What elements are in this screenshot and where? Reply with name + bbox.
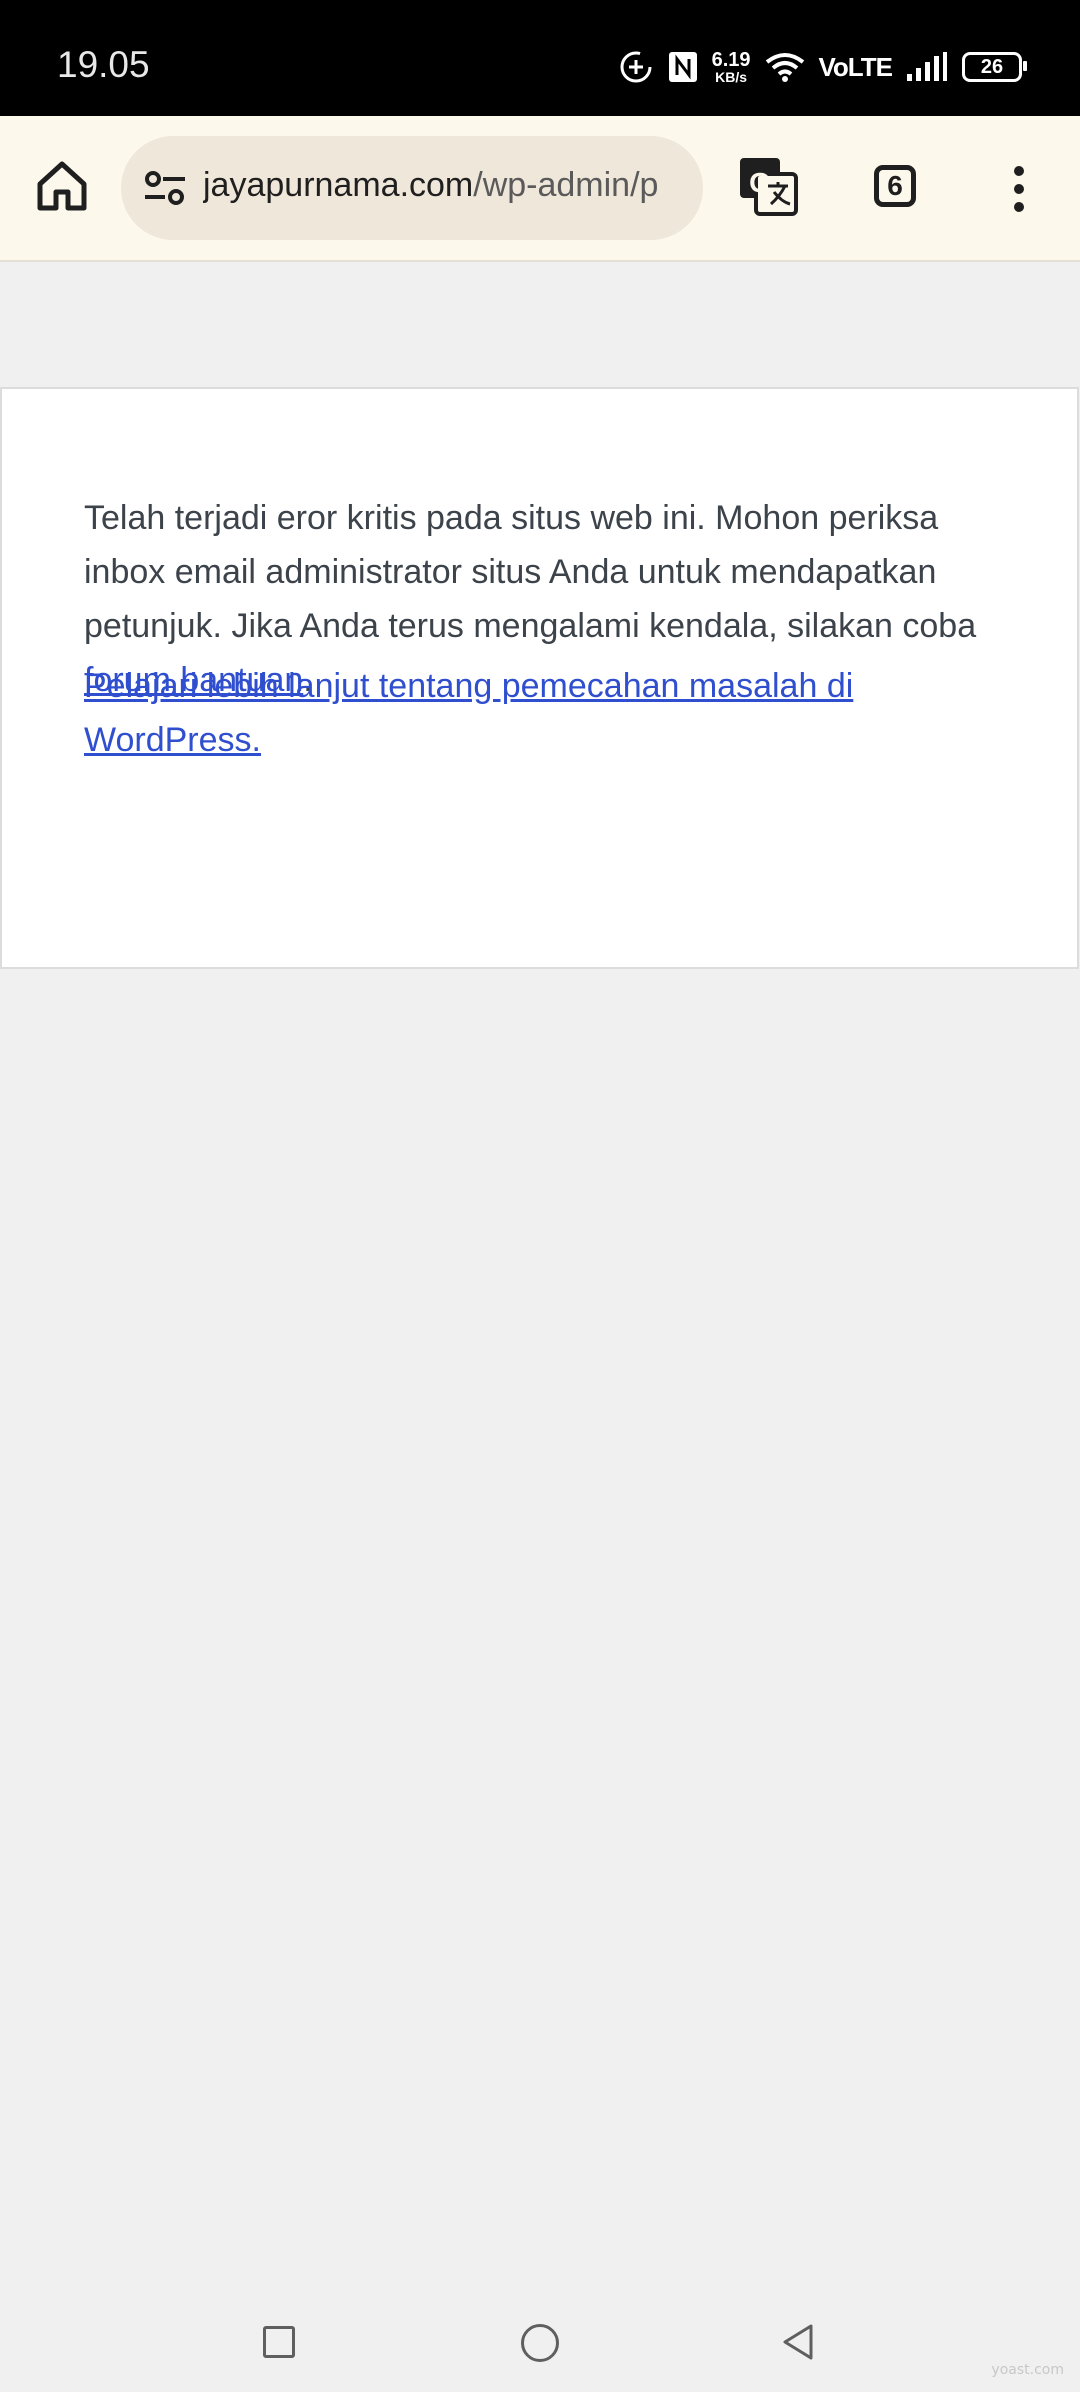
learn-more-paragraph: Pelajari lebih lanjut tentang pemecahan … [84,659,1004,767]
browser-toolbar: jayapurnama.com/wp-admin/p G 6 [0,116,1080,262]
home-icon[interactable] [34,158,90,214]
tab-count: 6 [887,170,903,201]
battery-level: 26 [980,55,1004,78]
system-nav-bar [0,2300,1080,2392]
svg-text:G: G [749,167,771,198]
data-saver-icon [620,51,652,83]
address-bar[interactable]: jayapurnama.com/wp-admin/p [121,136,703,240]
site-settings-icon[interactable] [143,168,187,208]
watermark: yoast.com [991,2362,1064,2378]
more-vert-icon[interactable] [1006,164,1032,214]
network-speed: 6.19 KB/s [712,50,751,84]
status-time: 19.05 [57,44,150,85]
volte-label: VoLTE [818,51,893,82]
home-circle-icon[interactable] [521,2324,559,2362]
status-icons: 6.19 KB/s VoLTE 26 [618,42,1027,92]
wp-error-card: Telah terjadi eror kritis pada situs web… [0,387,1079,969]
url-host: jayapurnama.com [203,166,474,204]
battery-indicator: 26 [962,52,1027,82]
wifi-icon [765,53,804,82]
error-message-text: Telah terjadi eror kritis pada situs web… [84,499,977,645]
recent-apps-icon[interactable] [263,2326,295,2358]
net-speed-value: 6.19 [711,49,751,71]
net-speed-unit: KB/s [715,69,747,85]
translate-icon[interactable]: G [738,156,798,216]
back-triangle-icon[interactable] [780,2322,816,2362]
url-text[interactable]: jayapurnama.com/wp-admin/p [203,166,683,205]
status-bar: 19.05 6.19 KB/s VoLTE 26 [0,0,1080,116]
url-path: /wp-admin/p [473,166,659,204]
tab-switcher-button[interactable]: 6 [874,165,916,207]
nfc-icon [668,52,697,82]
signal-icon [907,52,947,81]
learn-more-link[interactable]: Pelajari lebih lanjut tentang pemecahan … [84,667,853,759]
